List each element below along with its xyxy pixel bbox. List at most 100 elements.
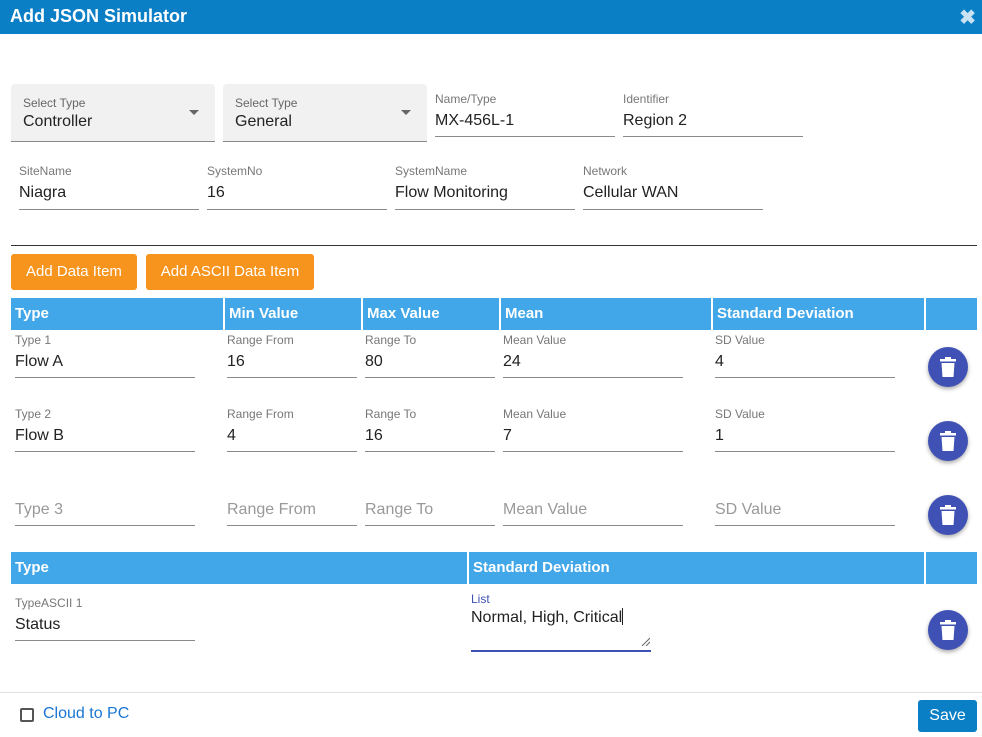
type-value: Flow A	[15, 353, 64, 370]
chevron-down-icon	[189, 110, 199, 115]
sd-field[interactable]: SD Value 1	[715, 406, 895, 452]
mean-value-label: Mean Value	[503, 407, 567, 421]
site-name-field[interactable]: SiteName Niagra	[19, 162, 199, 210]
type-placeholder: Type 3	[15, 501, 64, 518]
column-header-type: Type	[15, 559, 49, 576]
site-name-value: Niagra	[19, 184, 67, 201]
sd-value: 4	[715, 353, 724, 370]
system-no-label: SystemNo	[207, 164, 263, 178]
type-field[interactable]: Type 1 Flow A	[15, 332, 195, 378]
sd-field[interactable]: SD Value 4	[715, 332, 895, 378]
max-value: 80	[365, 353, 383, 370]
delete-row-button[interactable]	[928, 347, 968, 387]
add-data-item-button[interactable]: Add Data Item	[11, 254, 137, 290]
site-name-label: SiteName	[19, 164, 72, 178]
mean-value: 7	[503, 427, 512, 444]
trash-icon	[940, 505, 956, 525]
data-table-header: Type Min Value Max Value Mean Standard D…	[11, 298, 977, 330]
save-button[interactable]: Save	[918, 700, 977, 732]
add-ascii-data-item-button[interactable]: Add ASCII Data Item	[146, 254, 314, 290]
sd-value-label: SD Value	[715, 407, 765, 421]
min-value-input[interactable]: Range From	[227, 480, 357, 526]
dialog-title-bar: Add JSON Simulator ✖	[0, 0, 982, 34]
type-ascii-value: Status	[15, 616, 61, 633]
identifier-field[interactable]: Identifier Region 2	[623, 90, 803, 137]
range-to-placeholder: Range To	[365, 501, 434, 518]
type-ascii-field[interactable]: TypeASCII 1 Status	[15, 595, 195, 641]
sd-value-placeholder: SD Value	[715, 501, 782, 518]
delete-row-button[interactable]	[928, 421, 968, 461]
list-label: List	[471, 592, 490, 606]
range-to-label: Range To	[365, 407, 417, 421]
select-type-value: General	[235, 113, 292, 130]
mean-input[interactable]: Mean Value	[503, 480, 683, 526]
type-field[interactable]: Type 2 Flow B	[15, 406, 195, 452]
column-header-min-value: Min Value	[223, 298, 361, 330]
column-header-standard-deviation: Standard Deviation	[467, 552, 924, 584]
type-label: Type 2	[15, 407, 52, 421]
range-from-label: Range From	[227, 407, 294, 421]
select-type-general[interactable]: Select Type General	[223, 84, 427, 142]
mean-value-label: Mean Value	[503, 333, 567, 347]
min-value: 16	[227, 353, 245, 370]
cloud-to-pc-checkbox[interactable]	[20, 708, 34, 722]
max-value-field[interactable]: Range To 80	[365, 332, 495, 378]
close-icon[interactable]: ✖	[959, 5, 976, 30]
select-type-label: Select Type	[23, 96, 86, 110]
network-value: Cellular WAN	[583, 184, 679, 201]
select-type-controller[interactable]: Select Type Controller	[11, 84, 215, 142]
max-value-input[interactable]: Range To	[365, 480, 495, 526]
sd-value-label: SD Value	[715, 333, 765, 347]
list-value: Normal, High, Critical	[471, 608, 624, 626]
type-ascii-label: TypeASCII 1	[15, 596, 83, 610]
column-header-actions	[924, 552, 977, 584]
cloud-to-pc-label[interactable]: Cloud to PC	[43, 705, 129, 723]
mean-value: 24	[503, 353, 521, 370]
type-input[interactable]: Type 3	[15, 480, 195, 526]
select-type-label: Select Type	[235, 96, 298, 110]
identifier-value: Region 2	[623, 112, 688, 129]
system-no-field[interactable]: SystemNo 16	[207, 162, 387, 210]
chevron-down-icon	[401, 110, 411, 115]
column-header-actions	[924, 298, 977, 330]
network-label: Network	[583, 164, 628, 178]
footer-divider	[0, 692, 982, 693]
mean-field[interactable]: Mean Value 7	[503, 406, 683, 452]
min-value-field[interactable]: Range From 16	[227, 332, 357, 378]
name-type-label: Name/Type	[435, 92, 497, 106]
delete-row-button[interactable]	[928, 495, 968, 535]
column-header-max-value: Max Value	[361, 298, 499, 330]
network-field[interactable]: Network Cellular WAN	[583, 162, 763, 210]
range-to-label: Range To	[365, 333, 417, 347]
dialog-title: Add JSON Simulator	[10, 6, 188, 26]
min-value-field[interactable]: Range From 4	[227, 406, 357, 452]
max-value-field[interactable]: Range To 16	[365, 406, 495, 452]
name-type-field[interactable]: Name/Type MX-456L-1	[435, 90, 615, 137]
sd-input[interactable]: SD Value	[715, 480, 895, 526]
delete-row-button[interactable]	[928, 610, 968, 650]
trash-icon	[940, 357, 956, 377]
mean-value-placeholder: Mean Value	[503, 501, 588, 518]
list-textarea[interactable]: List Normal, High, Critical	[471, 592, 651, 652]
name-type-value: MX-456L-1	[435, 112, 515, 129]
select-type-value: Controller	[23, 113, 93, 130]
mean-field[interactable]: Mean Value 24	[503, 332, 683, 378]
min-value: 4	[227, 427, 236, 444]
system-no-value: 16	[207, 184, 225, 201]
type-value: Flow B	[15, 427, 64, 444]
column-header-type: Type	[15, 305, 49, 322]
range-from-label: Range From	[227, 333, 294, 347]
trash-icon	[940, 620, 956, 640]
resize-handle-icon[interactable]	[641, 637, 650, 646]
max-value: 16	[365, 427, 383, 444]
section-divider	[11, 245, 977, 246]
system-name-value: Flow Monitoring	[395, 184, 508, 201]
system-name-field[interactable]: SystemName Flow Monitoring	[395, 162, 575, 210]
column-header-standard-deviation: Standard Deviation	[711, 298, 924, 330]
system-name-label: SystemName	[395, 164, 468, 178]
sd-value: 1	[715, 427, 724, 444]
column-header-mean: Mean	[499, 298, 711, 330]
trash-icon	[940, 431, 956, 451]
type-label: Type 1	[15, 333, 52, 347]
identifier-label: Identifier	[623, 92, 670, 106]
